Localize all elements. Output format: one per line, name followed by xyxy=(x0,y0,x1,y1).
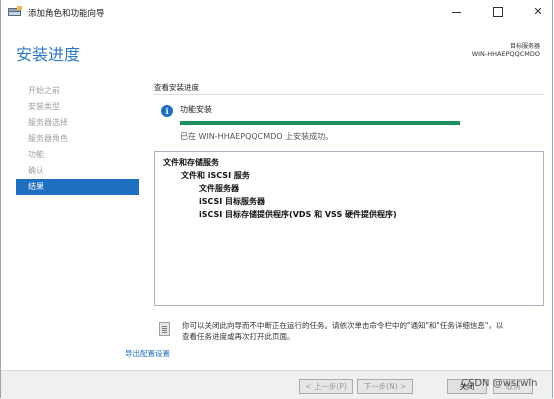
note-text-line-2: 查看任务进度或再次打开此页面。 xyxy=(182,332,295,341)
feature-item: 文件和存储服务 xyxy=(163,158,219,167)
info-icon: i xyxy=(161,105,173,117)
target-server-label: 目标服务器 xyxy=(509,43,540,50)
wizard-footer: < 上一步(P) 下一步(N) > 关闭 取消 CSDN @wsrwln xyxy=(1,370,552,399)
next-button[interactable]: 下一步(N) > xyxy=(357,379,413,394)
nav-item-results[interactable]: 结果 xyxy=(16,179,139,195)
previous-button[interactable]: < 上一步(P) xyxy=(299,379,353,394)
window-title: 添加角色和功能向导 xyxy=(28,9,105,19)
feature-item: 文件和 iSCSI 服务 xyxy=(181,171,250,180)
wizard-header: 安装进度 目标服务器 WIN-HHAEPQQCMDO xyxy=(1,26,552,78)
nav-item-confirmation[interactable]: 确认 xyxy=(16,163,139,179)
installed-features-list[interactable]: 文件和存储服务 文件和 iSCSI 服务 文件服务器 iSCSI 目标服务器 i… xyxy=(154,151,544,306)
nav-item-before-you-begin[interactable]: 开始之前 xyxy=(16,83,139,99)
wizard-steps-nav: 开始之前 安装类型 服务器选择 服务器角色 功能 确认 结果 xyxy=(16,83,139,195)
close-window-button[interactable]: ✕ xyxy=(523,3,553,21)
status-label: 功能安装 xyxy=(180,105,212,114)
watermark: CSDN @wsrwln xyxy=(461,378,538,389)
nav-item-server-roles[interactable]: 服务器角色 xyxy=(16,131,139,147)
server-manager-icon xyxy=(8,6,22,16)
installation-progress-bar xyxy=(180,121,460,125)
feature-item: 文件服务器 xyxy=(199,184,239,193)
target-server-name: WIN-HHAEPQQCMDO xyxy=(471,50,540,58)
note-text-line-1: 你可以关闭此向导而不中断正在运行的任务。请依次单击命令栏中的"通知"和"任务详细… xyxy=(182,321,504,330)
nav-item-installation-type[interactable]: 安装类型 xyxy=(16,99,139,115)
progress-fill xyxy=(180,121,460,125)
section-title: 查看安装进度 xyxy=(154,83,199,92)
feature-item: iSCSI 目标存储提供程序(VDS 和 VSS 硬件提供程序) xyxy=(199,210,397,219)
minimize-icon xyxy=(451,11,461,13)
maximize-icon xyxy=(493,7,503,17)
wizard-window: 添加角色和功能向导 ✕ 安装进度 目标服务器 WIN-HHAEPQQCMDO 开… xyxy=(0,0,553,399)
close-icon: ✕ xyxy=(533,5,543,18)
feature-item: iSCSI 目标服务器 xyxy=(199,197,266,206)
page-title: 安装进度 xyxy=(16,45,81,64)
nav-item-features[interactable]: 功能 xyxy=(16,147,139,163)
export-configuration-link[interactable]: 导出配置设置 xyxy=(125,348,170,359)
nav-item-server-selection[interactable]: 服务器选择 xyxy=(16,115,139,131)
main-content: 查看安装进度 i 功能安装 已在 WIN-HHAEPQQCMDO 上安装成功。 … xyxy=(125,80,546,365)
title-bar[interactable]: 添加角色和功能向导 ✕ xyxy=(1,0,552,26)
minimize-button[interactable] xyxy=(441,3,471,21)
note-icon xyxy=(159,322,170,336)
section-divider xyxy=(154,94,544,95)
maximize-button[interactable] xyxy=(483,3,513,21)
install-result-text: 已在 WIN-HHAEPQQCMDO 上安装成功。 xyxy=(180,132,334,141)
